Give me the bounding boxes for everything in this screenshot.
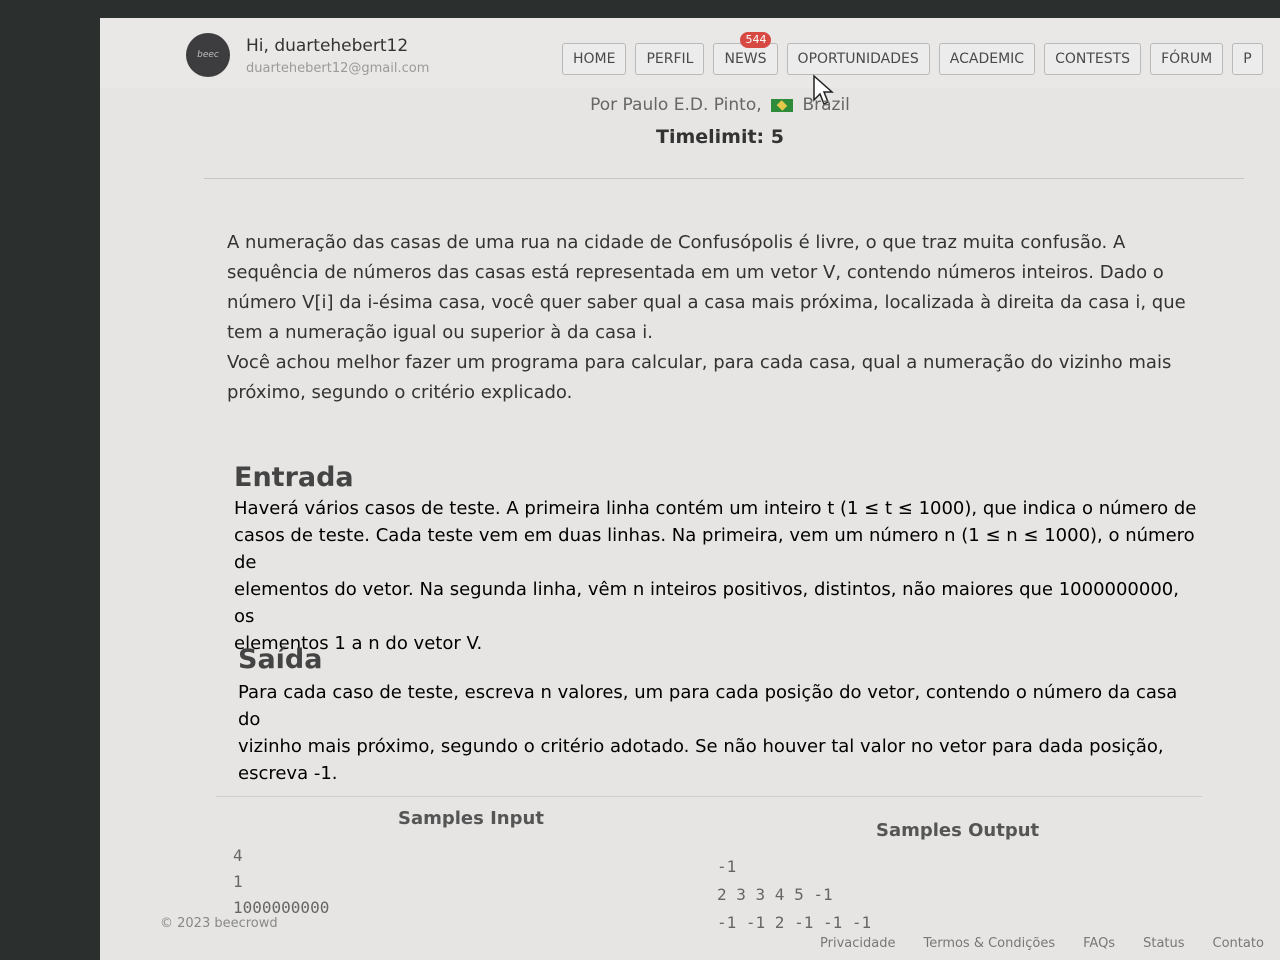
description-line: sequência de números das casas está repr… [227,262,1164,283]
news-count-badge: 544 [740,32,772,48]
input-title: Entrada [234,462,354,493]
nav-news-label: NEWS [724,51,767,67]
nav-contests[interactable]: CONTESTS [1044,43,1142,75]
description-line: próximo, segundo o critério explicado. [227,382,573,403]
problem-description: A numeração das casas de uma rua na cida… [227,228,1187,408]
problem-author: Por Paulo E.D. Pinto, Brazil [100,95,1280,115]
sample-output-line: 2 3 3 4 5 -1 [717,885,833,904]
sample-output-line: -1 [717,857,737,876]
sample-output-line: -1 -1 2 -1 -1 -1 [717,913,872,932]
user-email: duartehebert12@gmail.com [246,61,430,76]
input-section: Entrada Haverá vários casos de teste. A … [234,462,1204,657]
input-line: Haverá vários casos de teste. A primeira… [234,498,1197,519]
samples-input-label: Samples Input [398,808,544,829]
footer-link-faqs[interactable]: FAQs [1083,936,1115,951]
user-greeting: Hi, duartehebert12 [246,36,409,56]
description-line: tem a numeração igual ou superior à da c… [227,322,653,343]
output-line: escreva -1. [238,763,338,784]
description-line: A numeração das casas de uma rua na cida… [227,232,1126,253]
author-name[interactable]: Por Paulo E.D. Pinto, [590,95,762,115]
output-title: Saída [238,644,323,675]
site-header: beec Hi, duartehebert12 duartehebert12@g… [100,18,1280,88]
output-line: vizinho mais próximo, segundo o critério… [238,736,1164,757]
brazil-flag-icon [771,98,794,112]
samples-divider [216,796,1202,797]
nav-more[interactable]: P [1232,43,1263,75]
footer-link-terms[interactable]: Termos & Condições [923,936,1055,951]
footer-link-contact[interactable]: Contato [1213,936,1264,951]
footer-copyright: © 2023 beecrowd [160,916,278,931]
divider [204,178,1244,179]
nav-news[interactable]: NEWS 544 [713,32,778,75]
description-line: Você achou melhor fazer um programa para… [227,352,1172,373]
avatar-text: beec [197,50,219,60]
output-section: Saída Para cada caso de teste, escreva n… [238,644,1198,787]
sample-input-line: 4 [233,846,243,865]
browser-viewport: beec Hi, duartehebert12 duartehebert12@g… [100,18,1280,960]
footer-link-privacy[interactable]: Privacidade [820,936,895,951]
nav-oportunidades[interactable]: OPORTUNIDADES [786,43,930,75]
nav-perfil[interactable]: PERFIL [635,43,705,75]
samples-input-block: 4 1 1000000000 [233,843,329,921]
nav-home[interactable]: HOME [562,43,627,75]
description-line: número V[i] da i-ésima casa, você quer s… [227,292,1186,313]
main-nav: HOME PERFIL NEWS 544 OPORTUNIDADES ACADE… [562,32,1263,75]
input-line: casos de teste. Cada teste vem em duas l… [234,525,1195,573]
input-line: elementos do vetor. Na segunda linha, vê… [234,579,1179,627]
nav-forum[interactable]: FÓRUM [1150,43,1224,75]
footer-link-status[interactable]: Status [1143,936,1184,951]
nav-academic[interactable]: ACADEMIC [938,43,1036,75]
samples-output-label: Samples Output [876,820,1040,841]
author-country: Brazil [802,95,850,115]
samples-output-block: -1 2 3 3 4 5 -1 -1 -1 2 -1 -1 -1 [717,853,871,937]
problem-timelimit: Timelimit: 5 [655,126,784,148]
output-line: Para cada caso de teste, escreva n valor… [238,682,1178,730]
user-avatar[interactable]: beec [186,33,230,77]
footer-links: Privacidade Termos & Condições FAQs Stat… [820,936,1264,951]
sample-input-line: 1 [233,872,243,891]
